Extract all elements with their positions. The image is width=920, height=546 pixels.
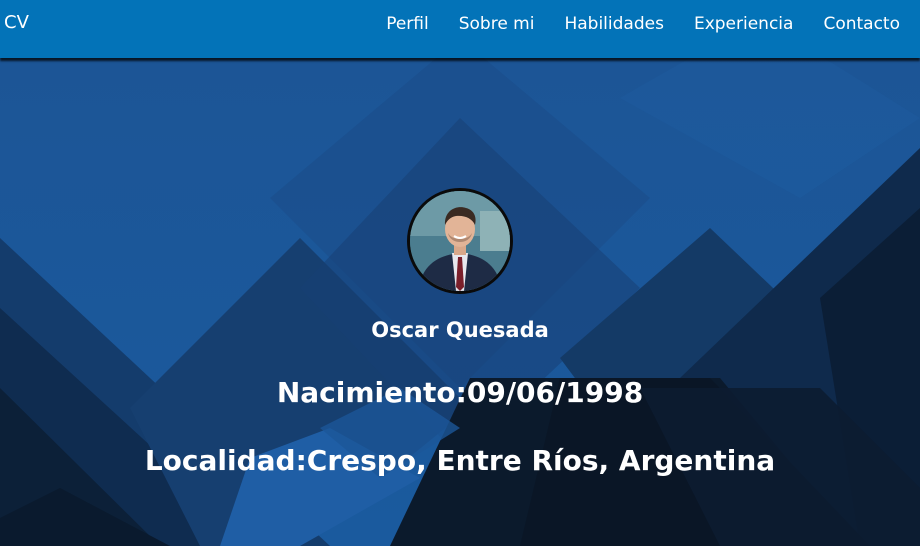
brand-link[interactable]: CV — [4, 12, 29, 33]
hero-section: Oscar Quesada Nacimiento:09/06/1998 Loca… — [0, 58, 920, 546]
nav-link-contacto[interactable]: Contacto — [823, 14, 900, 34]
person-photo-icon — [410, 191, 510, 291]
nav-link-sobre-mi[interactable]: Sobre mi — [459, 14, 535, 34]
birth-date: Nacimiento:09/06/1998 — [0, 376, 920, 409]
location-label: Localidad: — [144, 444, 307, 477]
navbar: CV Perfil Sobre mi Habilidades Experienc… — [0, 0, 920, 58]
profile-block: Oscar Quesada Nacimiento:09/06/1998 Loca… — [0, 58, 920, 546]
profile-photo — [407, 188, 513, 294]
nav-item-perfil: Perfil — [386, 14, 429, 34]
nav-item-experiencia: Experiencia — [694, 14, 794, 34]
location-value: Crespo, Entre Ríos, Argentina — [306, 444, 776, 477]
location: Localidad:Crespo, Entre Ríos, Argentina — [0, 444, 920, 477]
nav-link-experiencia[interactable]: Experiencia — [694, 14, 794, 34]
nav-link-perfil[interactable]: Perfil — [386, 14, 429, 34]
nav-item-habilidades: Habilidades — [564, 14, 663, 34]
nav-link-habilidades[interactable]: Habilidades — [564, 14, 663, 34]
nav-item-contacto: Contacto — [823, 14, 900, 34]
birth-value: 09/06/1998 — [466, 376, 644, 409]
profile-name: Oscar Quesada — [371, 318, 549, 342]
nav-item-sobre-mi: Sobre mi — [459, 14, 535, 34]
nav-links: Perfil Sobre mi Habilidades Experiencia … — [386, 0, 900, 48]
birth-label: Nacimiento: — [276, 376, 467, 409]
